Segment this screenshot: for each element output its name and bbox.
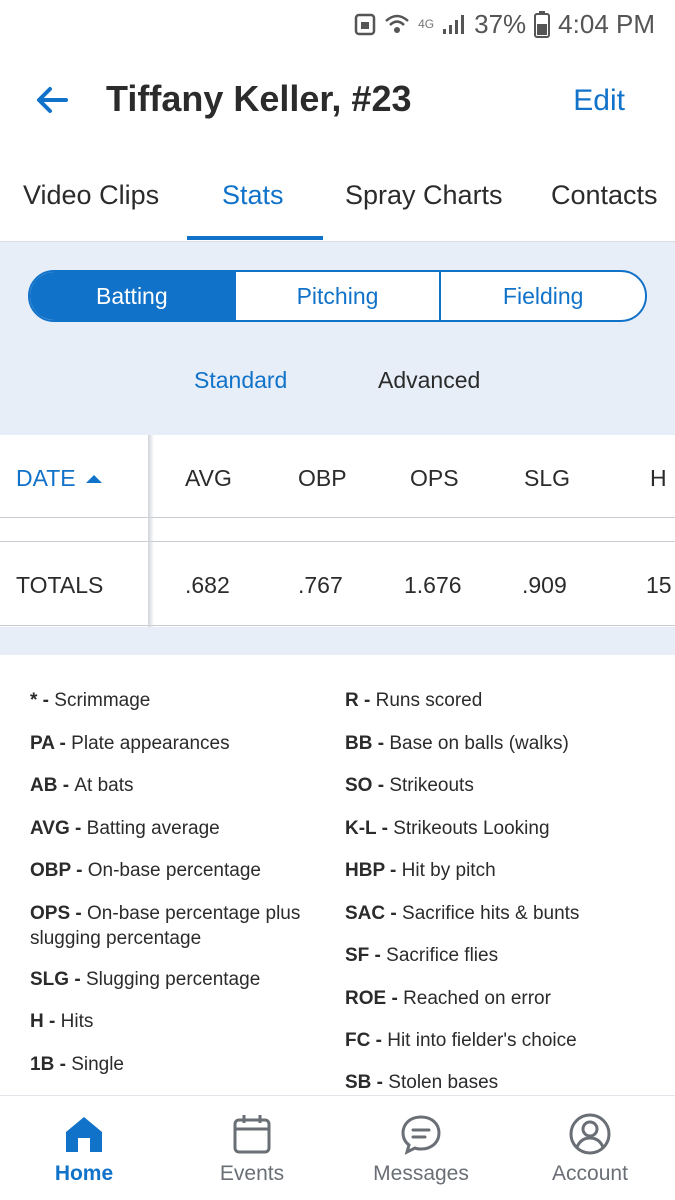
glossary-item: * - Scrimmage <box>30 690 151 711</box>
network-type: 4G <box>418 17 435 31</box>
glossary-item: PA - Plate appearances <box>30 733 230 754</box>
wifi-icon <box>385 14 409 33</box>
column-header-slg[interactable]: SLG <box>524 465 570 492</box>
glossary-item: AVG - Batting average <box>30 818 220 839</box>
date-header-label: DATE <box>16 465 76 491</box>
frozen-column-shadow <box>148 435 154 627</box>
tab-contacts[interactable]: Contacts <box>551 180 658 211</box>
nav-messages-label: Messages <box>373 1162 469 1185</box>
glossary-item: SAC - Sacrifice hits & bunts <box>345 903 580 924</box>
status-bar: 4G 37% 4:04 PM <box>0 0 675 48</box>
glossary-item: K-L - Strikeouts Looking <box>345 818 550 839</box>
segment-fielding[interactable]: Fielding <box>439 272 645 320</box>
date-column-header[interactable]: DATE <box>16 465 102 492</box>
nav-home[interactable]: Home <box>0 1096 168 1200</box>
calendar-icon <box>233 1115 271 1154</box>
row-divider <box>0 541 675 542</box>
nav-events-label: Events <box>219 1162 285 1185</box>
stats-table: DATE AVG OBP OPS SLG H TOTALS .682 .767 … <box>0 435 675 627</box>
nav-messages[interactable]: Messages <box>337 1096 505 1200</box>
battery-percent: 37% <box>474 8 527 39</box>
glossary-item: SLG - Slugging percentage <box>30 969 261 990</box>
glossary-item: AB - At bats <box>30 775 134 796</box>
table-bottom-divider <box>0 625 675 626</box>
section-separator <box>0 627 675 655</box>
glossary-item: SO - Strikeouts <box>345 775 474 796</box>
stats-glossary: * - Scrimmage PA - Plate appearances AB … <box>0 655 675 1095</box>
column-header-ops[interactable]: OPS <box>410 465 459 492</box>
column-header-h[interactable]: H <box>650 465 667 492</box>
glossary-item: BB - Base on balls (walks) <box>345 733 569 754</box>
header-divider <box>0 517 675 518</box>
segment-pitching[interactable]: Pitching <box>233 272 440 320</box>
segment-batting[interactable]: Batting <box>30 272 234 320</box>
nav-account-label: Account <box>552 1162 628 1185</box>
column-header-avg[interactable]: AVG <box>185 465 232 492</box>
totals-slg: .909 <box>522 572 567 598</box>
back-arrow-icon[interactable] <box>30 78 74 122</box>
nav-events[interactable]: Events <box>168 1096 336 1200</box>
totals-obp: .767 <box>298 572 343 598</box>
sort-ascending-icon <box>85 474 102 483</box>
nav-home-label: Home <box>54 1162 114 1185</box>
player-tabs: Video Clips Stats Spray Charts Contacts <box>0 160 675 242</box>
glossary-item: H - Hits <box>30 1011 94 1032</box>
glossary-item: ROE - Reached on error <box>345 988 551 1009</box>
tab-stats[interactable]: Stats <box>222 180 284 211</box>
subtab-advanced[interactable]: Advanced <box>378 367 480 394</box>
stats-filter-panel: Batting Pitching Fielding Standard Advan… <box>0 242 675 435</box>
subtab-standard[interactable]: Standard <box>194 367 287 394</box>
glossary-item: FC - Hit into fielder's choice <box>345 1030 577 1051</box>
glossary-item: OBP - On-base percentage <box>30 860 261 881</box>
vpn-lock-icon <box>354 13 376 36</box>
totals-ops: 1.676 <box>404 572 462 598</box>
signal-icon <box>443 15 465 34</box>
battery-icon <box>534 11 551 38</box>
column-header-obp[interactable]: OBP <box>298 465 347 492</box>
glossary-item: OPS - On-base percentage plus slugging p… <box>30 903 301 949</box>
glossary-item: SB - Stolen bases <box>345 1072 499 1093</box>
page-title: Tiffany Keller, #23 <box>106 78 412 119</box>
edit-button[interactable]: Edit <box>573 84 625 118</box>
active-tab-indicator <box>187 236 323 240</box>
totals-label: TOTALS <box>16 572 104 598</box>
glossary-item: SF - Sacrifice flies <box>345 945 499 966</box>
tab-spray-charts[interactable]: Spray Charts <box>345 180 503 211</box>
clock: 4:04 PM <box>558 8 655 39</box>
home-icon <box>66 1117 102 1152</box>
tab-video-clips[interactable]: Video Clips <box>23 180 159 211</box>
app-header: Tiffany Keller, #23 Edit <box>0 60 675 140</box>
glossary-item: R - Runs scored <box>345 690 483 711</box>
totals-h: 15 <box>646 572 672 598</box>
account-icon <box>569 1113 611 1155</box>
chat-icon <box>401 1115 441 1155</box>
totals-avg: .682 <box>185 572 230 598</box>
nav-account[interactable]: Account <box>506 1096 674 1200</box>
stat-type-selector: Batting Pitching Fielding <box>28 270 647 322</box>
glossary-item: 1B - Single <box>30 1054 125 1075</box>
glossary-item: HBP - Hit by pitch <box>345 860 496 881</box>
bottom-navigation: Home Events Messages Account <box>0 1095 675 1200</box>
